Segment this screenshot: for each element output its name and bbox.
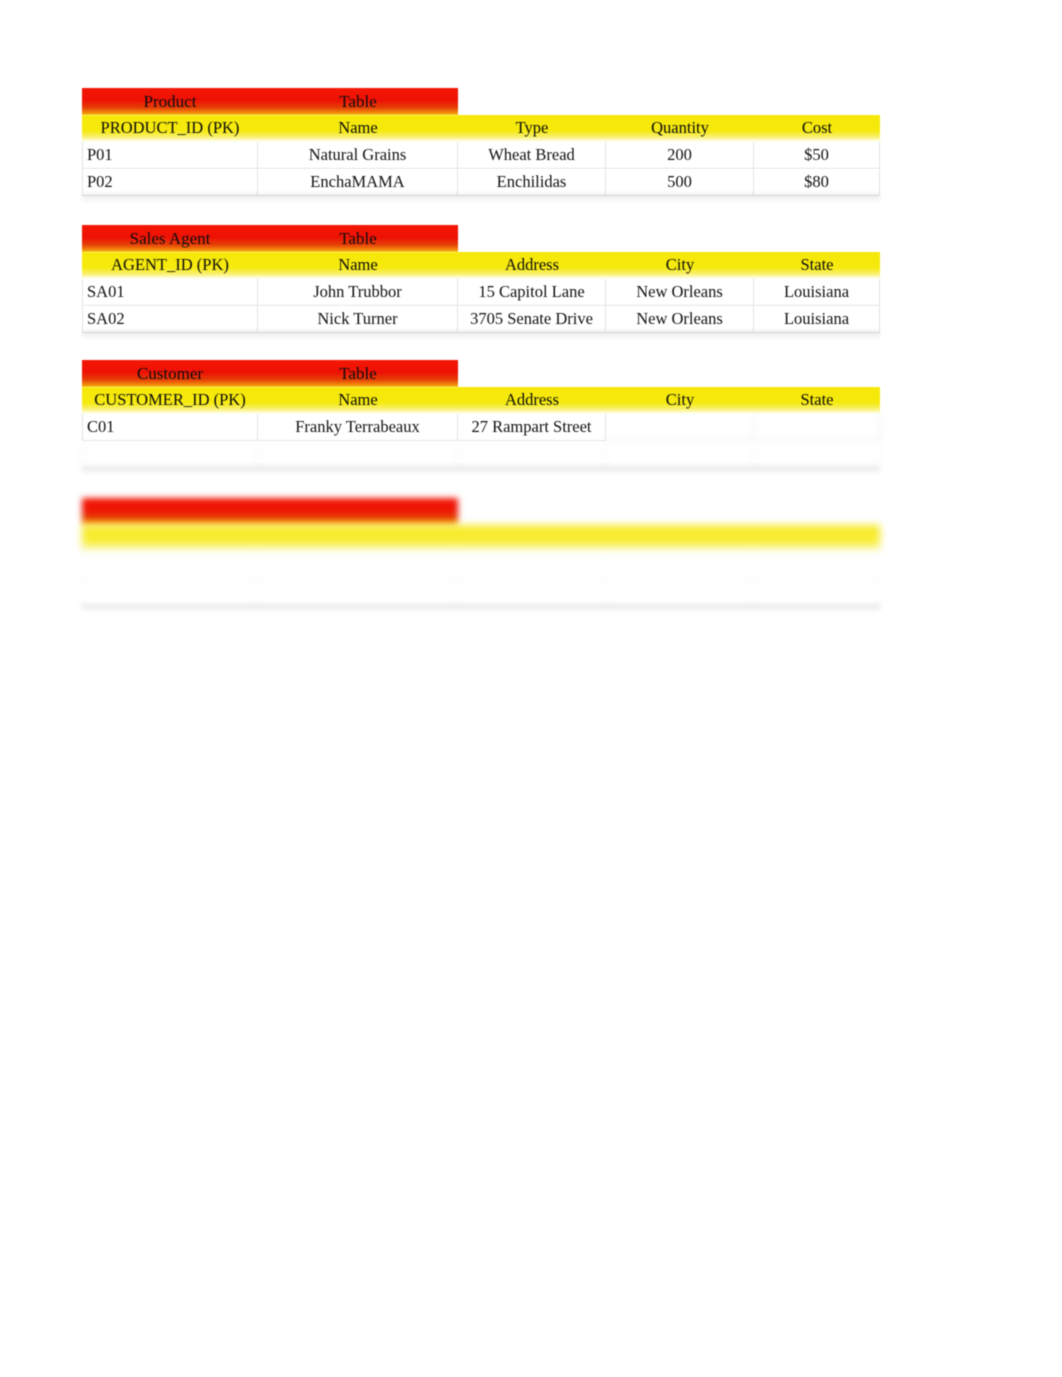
table-shadow — [82, 331, 880, 340]
cell — [606, 414, 754, 441]
table-row: SA01 John Trubbor 15 Capitol Lane New Or… — [82, 279, 880, 306]
sales-agent-table-title-bar: Sales Agent Table — [82, 225, 458, 252]
column-header: Name — [338, 118, 378, 138]
column-header: Name — [338, 255, 378, 275]
column-header: Name — [338, 390, 378, 410]
cell: New Orleans — [606, 306, 754, 333]
table-shadow — [82, 194, 880, 203]
column-header: CUSTOMER_ID (PK) — [94, 390, 246, 410]
column-header: Type — [515, 118, 549, 138]
product-table-header-row: PRODUCT_ID (PK) Name Type Quantity Cost — [82, 115, 880, 142]
fourth-table-header-row — [82, 525, 880, 552]
cell — [606, 579, 754, 606]
cell: P01 — [82, 142, 258, 169]
customer-table-suffix-label: Table — [339, 364, 377, 383]
cell — [458, 552, 606, 579]
cell: Franky Terrabeaux — [258, 414, 458, 441]
table-row — [82, 441, 880, 468]
column-header: Address — [504, 390, 560, 410]
cell: EnchaMAMA — [258, 169, 458, 196]
column-header: State — [800, 255, 834, 275]
cell — [82, 552, 258, 579]
cell — [754, 579, 880, 606]
customer-table-entity-label: Customer — [136, 364, 204, 383]
customer-table-title-bar: Customer Table — [82, 360, 458, 387]
sales-agent-table-block: Sales Agent Table AGENT_ID (PK) Name Add… — [82, 225, 880, 340]
cell: P02 — [82, 169, 258, 196]
table-row: P02 EnchaMAMA Enchilidas 500 $80 — [82, 169, 880, 196]
cell: $80 — [754, 169, 880, 196]
table-row: SA02 Nick Turner 3705 Senate Drive New O… — [82, 306, 880, 333]
table-row — [82, 579, 880, 606]
cell: C01 — [82, 414, 258, 441]
fourth-table-block — [82, 498, 880, 613]
column-header: State — [800, 390, 834, 410]
product-table-suffix-label: Table — [339, 92, 377, 111]
column-header: Address — [504, 255, 560, 275]
cell — [754, 552, 880, 579]
document-page: Product Table PRODUCT_ID (PK) Name Type … — [0, 0, 1062, 1377]
cell: 200 — [606, 142, 754, 169]
cell: 15 Capitol Lane — [458, 279, 606, 306]
cell: Natural Grains — [258, 142, 458, 169]
table-row: P01 Natural Grains Wheat Bread 200 $50 — [82, 142, 880, 169]
cell — [458, 579, 606, 606]
cell — [258, 579, 458, 606]
cell — [606, 552, 754, 579]
cell: 27 Rampart Street — [458, 414, 606, 441]
column-header: Quantity — [651, 118, 709, 138]
column-header: Cost — [801, 118, 833, 138]
cell: Louisiana — [754, 279, 880, 306]
cell: $50 — [754, 142, 880, 169]
customer-table-block: Customer Table CUSTOMER_ID (PK) Name Add… — [82, 360, 880, 475]
cell — [458, 441, 606, 468]
sales-agent-table-header-row: AGENT_ID (PK) Name Address City State — [82, 252, 880, 279]
column-header: City — [665, 255, 695, 275]
cell — [82, 441, 258, 468]
cell: 500 — [606, 169, 754, 196]
cell: 3705 Senate Drive — [458, 306, 606, 333]
sales-agent-table-entity-label: Sales Agent — [129, 229, 211, 248]
cell — [754, 441, 880, 468]
product-table-block: Product Table PRODUCT_ID (PK) Name Type … — [82, 88, 880, 203]
table-shadow — [82, 604, 880, 613]
cell: New Orleans — [606, 279, 754, 306]
cell: Nick Turner — [258, 306, 458, 333]
cell — [754, 414, 880, 441]
table-shadow — [82, 466, 880, 475]
cell — [606, 441, 754, 468]
cell: Louisiana — [754, 306, 880, 333]
cell: John Trubbor — [258, 279, 458, 306]
cell — [258, 552, 458, 579]
column-header: AGENT_ID (PK) — [111, 255, 229, 275]
customer-table-header-row: CUSTOMER_ID (PK) Name Address City State — [82, 387, 880, 414]
product-table-title-bar: Product Table — [82, 88, 458, 115]
table-row — [82, 552, 880, 579]
cell: SA02 — [82, 306, 258, 333]
fourth-table-title-bar — [82, 498, 458, 525]
column-header: PRODUCT_ID (PK) — [100, 118, 240, 138]
product-table-entity-label: Product — [143, 92, 197, 111]
cell: SA01 — [82, 279, 258, 306]
cell: Wheat Bread — [458, 142, 606, 169]
cell — [258, 441, 458, 468]
sales-agent-table-suffix-label: Table — [339, 229, 377, 248]
column-header: City — [665, 390, 695, 410]
cell — [82, 579, 258, 606]
cell: Enchilidas — [458, 169, 606, 196]
table-row: C01 Franky Terrabeaux 27 Rampart Street — [82, 414, 880, 441]
